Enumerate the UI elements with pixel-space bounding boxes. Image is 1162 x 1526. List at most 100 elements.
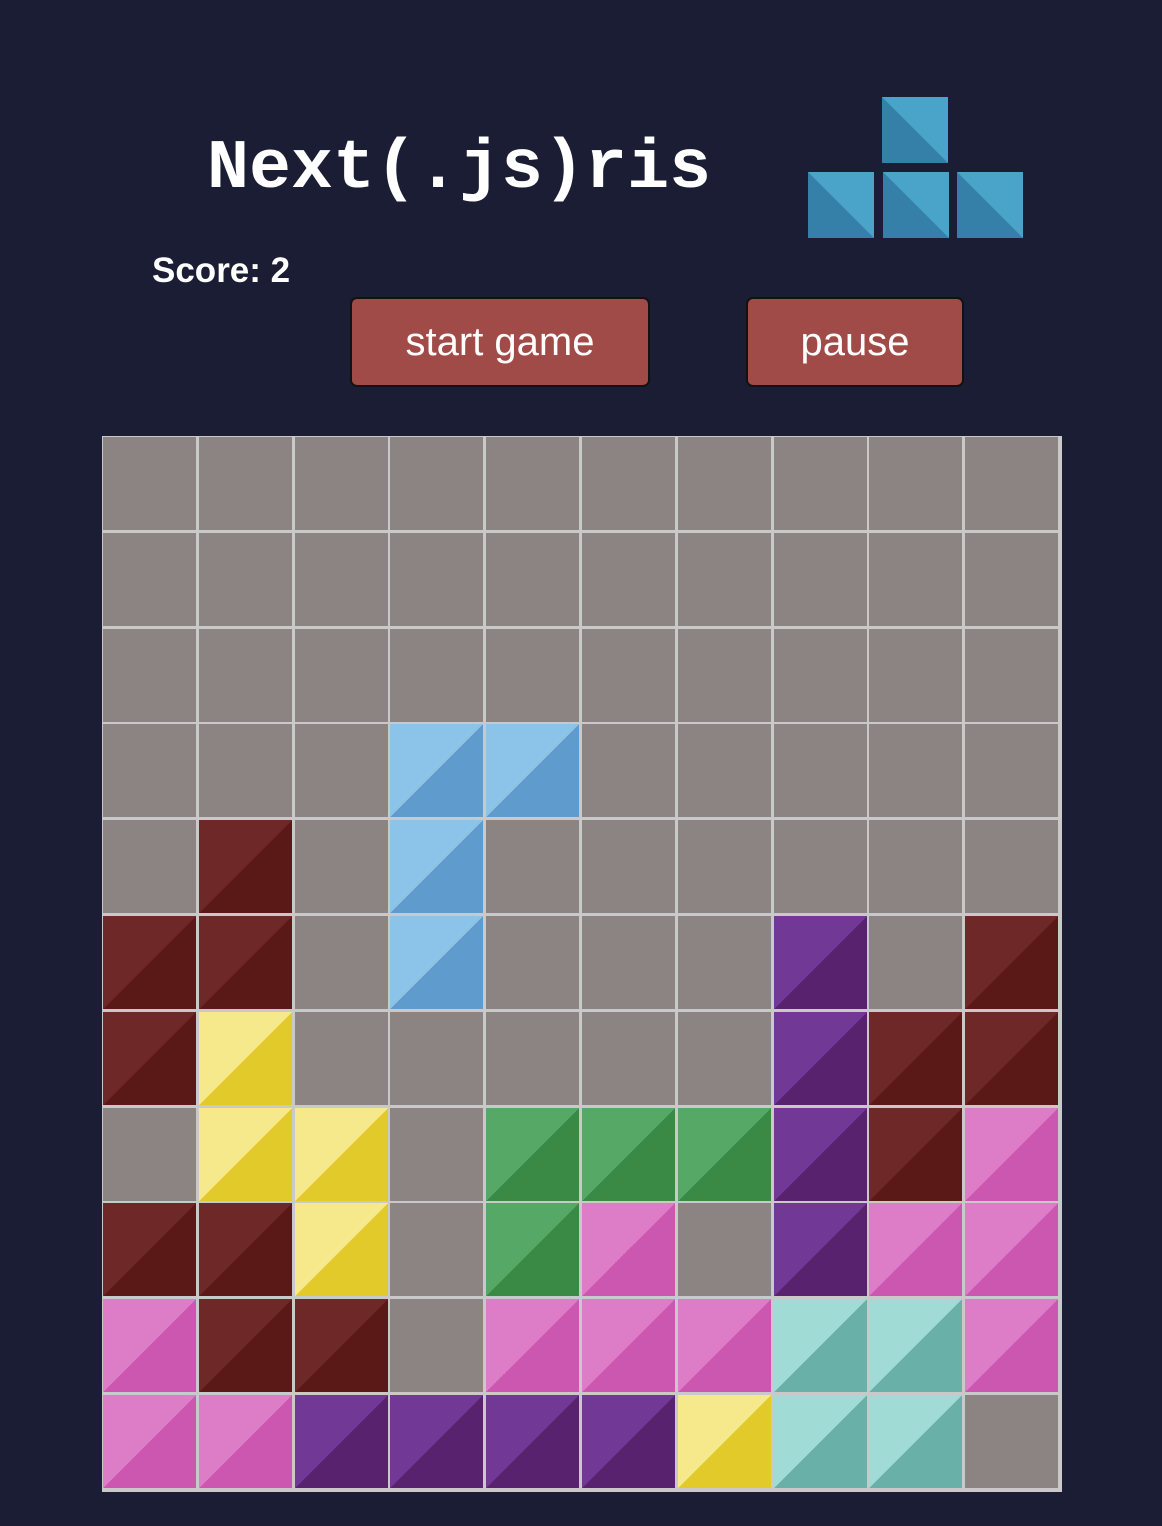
dark-red-block	[199, 1203, 292, 1296]
score-display: Score: 2	[152, 251, 291, 290]
empty-cell	[965, 724, 1058, 817]
purple-block	[774, 1012, 867, 1105]
green-block	[486, 1203, 579, 1296]
yellow-block	[295, 1108, 388, 1201]
empty-cell	[103, 820, 196, 913]
empty-cell	[965, 437, 1058, 530]
empty-cell	[869, 820, 962, 913]
purple-block	[390, 1395, 483, 1488]
empty-cell	[678, 820, 771, 913]
empty-cell	[486, 820, 579, 913]
empty-cell	[774, 820, 867, 913]
purple-block	[295, 1395, 388, 1488]
light-blue-block	[390, 820, 483, 913]
empty-cell	[103, 1108, 196, 1201]
empty-cell	[390, 1012, 483, 1105]
empty-cell	[774, 533, 867, 626]
empty-cell	[295, 1012, 388, 1105]
empty-cell	[678, 437, 771, 530]
empty-cell	[486, 916, 579, 1009]
empty-cell	[103, 533, 196, 626]
empty-cell	[869, 724, 962, 817]
dark-red-block	[965, 1012, 1058, 1105]
pink-block	[965, 1299, 1058, 1392]
teal-block	[869, 1395, 962, 1488]
purple-block	[774, 1203, 867, 1296]
pink-block	[103, 1395, 196, 1488]
empty-cell	[103, 724, 196, 817]
empty-cell	[869, 629, 962, 722]
empty-cell	[486, 533, 579, 626]
empty-cell	[678, 629, 771, 722]
empty-cell	[295, 724, 388, 817]
empty-cell	[199, 629, 292, 722]
empty-cell	[965, 1395, 1058, 1488]
empty-cell	[869, 916, 962, 1009]
empty-cell	[678, 533, 771, 626]
empty-cell	[582, 1012, 675, 1105]
empty-cell	[678, 916, 771, 1009]
start-game-button[interactable]: start game	[350, 297, 650, 387]
empty-cell	[390, 1299, 483, 1392]
dark-red-block	[869, 1012, 962, 1105]
green-block	[486, 1108, 579, 1201]
green-block	[582, 1108, 675, 1201]
empty-cell	[295, 533, 388, 626]
empty-cell	[390, 437, 483, 530]
empty-cell	[774, 724, 867, 817]
teal-block	[774, 1395, 867, 1488]
yellow-block	[678, 1395, 771, 1488]
pink-block	[869, 1203, 962, 1296]
dark-red-block	[199, 820, 292, 913]
dark-red-block	[103, 1203, 196, 1296]
dark-red-block	[103, 916, 196, 1009]
pink-block	[965, 1203, 1058, 1296]
empty-cell	[199, 533, 292, 626]
light-blue-block	[390, 916, 483, 1009]
dark-red-block	[199, 1299, 292, 1392]
green-block	[678, 1108, 771, 1201]
empty-cell	[103, 437, 196, 530]
pause-button[interactable]: pause	[746, 297, 964, 387]
pink-block	[582, 1203, 675, 1296]
empty-cell	[390, 1203, 483, 1296]
pink-block	[103, 1299, 196, 1392]
dark-red-block	[199, 916, 292, 1009]
empty-cell	[965, 629, 1058, 722]
empty-cell	[199, 437, 292, 530]
light-blue-block	[486, 724, 579, 817]
pink-block	[582, 1299, 675, 1392]
empty-cell	[486, 437, 579, 530]
empty-cell	[582, 916, 675, 1009]
yellow-block	[295, 1203, 388, 1296]
dark-red-block	[103, 1012, 196, 1105]
empty-cell	[390, 533, 483, 626]
purple-block	[774, 1108, 867, 1201]
empty-cell	[295, 820, 388, 913]
empty-cell	[869, 533, 962, 626]
empty-cell	[869, 437, 962, 530]
empty-cell	[390, 1108, 483, 1201]
dark-red-block	[869, 1108, 962, 1201]
dark-red-block	[965, 916, 1058, 1009]
empty-cell	[582, 533, 675, 626]
empty-cell	[295, 916, 388, 1009]
empty-cell	[678, 1203, 771, 1296]
pink-block	[199, 1395, 292, 1488]
empty-cell	[678, 724, 771, 817]
empty-cell	[199, 724, 292, 817]
empty-cell	[390, 629, 483, 722]
purple-block	[774, 916, 867, 1009]
empty-cell	[103, 629, 196, 722]
game-title: Next(.js)ris	[207, 130, 712, 209]
teal-block	[869, 1299, 962, 1392]
empty-cell	[486, 1012, 579, 1105]
empty-cell	[965, 533, 1058, 626]
empty-cell	[295, 629, 388, 722]
empty-cell	[678, 1012, 771, 1105]
pink-block	[486, 1299, 579, 1392]
t-tetromino-icon	[808, 97, 1024, 239]
empty-cell	[582, 437, 675, 530]
dark-red-block	[295, 1299, 388, 1392]
empty-cell	[774, 629, 867, 722]
